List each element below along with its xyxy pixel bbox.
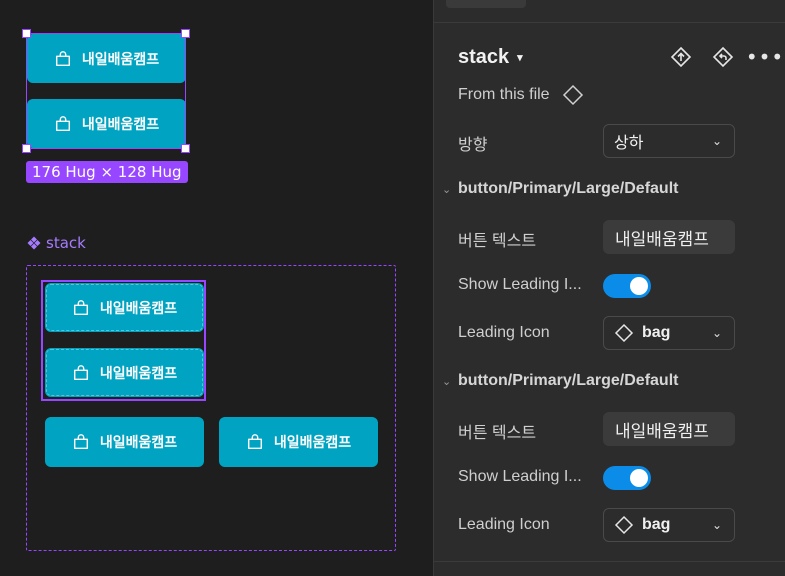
reset-icon[interactable] — [710, 44, 736, 70]
component-diamond-icon — [614, 323, 634, 343]
leading-icon-value: bag — [642, 324, 671, 341]
component-diamond-icon — [614, 515, 634, 535]
toggle-knob — [630, 277, 648, 295]
chevron-down-icon[interactable]: ⌄ — [442, 375, 452, 388]
component-title[interactable]: stack ▾ — [458, 46, 523, 69]
leading-icon-dropdown[interactable]: bag ⌄ — [603, 508, 735, 542]
component-diamond-icon — [562, 84, 583, 106]
source-label: From this file — [458, 86, 550, 103]
design-canvas[interactable]: 내일배움캠프 내일배움캠프 176 Hug × 128 Hug stack 내일… — [0, 0, 433, 576]
leading-icon-dropdown[interactable]: bag ⌄ — [603, 316, 735, 350]
component-icon — [27, 236, 41, 250]
chevron-down-icon: ⌄ — [711, 518, 722, 532]
show-leading-label: Show Leading I... — [458, 276, 582, 293]
toggle-knob — [630, 469, 648, 487]
frame-label[interactable]: stack — [27, 234, 86, 252]
nested-selection-box[interactable] — [41, 280, 206, 401]
more-icon[interactable]: ••• — [746, 44, 783, 70]
resize-handle[interactable] — [181, 144, 190, 153]
direction-label: 방향 — [458, 137, 488, 154]
chevron-down-icon: ⌄ — [711, 134, 722, 148]
component-name: stack — [458, 46, 510, 68]
bag-icon — [73, 434, 88, 450]
canvas-button[interactable]: 내일배움캠프 — [219, 417, 378, 467]
resize-handle[interactable] — [22, 29, 31, 38]
go-to-main-icon[interactable] — [668, 44, 694, 70]
chevron-down-icon: ⌄ — [711, 326, 722, 340]
leading-icon-label: Leading Icon — [458, 516, 550, 533]
button-text-field[interactable]: 내일배움캠프 — [603, 220, 735, 254]
show-leading-toggle[interactable] — [603, 274, 651, 298]
chevron-down-icon[interactable]: ⌄ — [442, 183, 452, 196]
selection-box[interactable] — [26, 33, 186, 149]
bag-icon — [247, 434, 262, 450]
leading-icon-value: bag — [642, 516, 671, 533]
section-title[interactable]: button/Primary/Large/Default — [458, 372, 678, 390]
button-label: 내일배움캠프 — [273, 435, 352, 451]
frame-label-text: stack — [46, 234, 86, 252]
button-text-label: 버튼 텍스트 — [458, 425, 537, 442]
canvas-button[interactable]: 내일배움캠프 — [45, 417, 204, 467]
resize-handle[interactable] — [22, 144, 31, 153]
show-leading-toggle[interactable] — [603, 466, 651, 490]
properties-panel: stack ▾ ••• From this file 방향 상하 ⌄ ⌄ but… — [433, 0, 785, 576]
button-label: 내일배움캠프 — [99, 435, 178, 451]
source-row: From this file — [458, 84, 584, 106]
leading-icon-label: Leading Icon — [458, 324, 550, 341]
direction-dropdown[interactable]: 상하 ⌄ — [603, 124, 735, 158]
resize-handle[interactable] — [181, 29, 190, 38]
panel-tab[interactable] — [446, 0, 526, 8]
size-badge: 176 Hug × 128 Hug — [26, 161, 188, 183]
button-text-label: 버튼 텍스트 — [458, 233, 537, 250]
section-title[interactable]: button/Primary/Large/Default — [458, 180, 678, 198]
direction-value: 상하 — [614, 135, 644, 152]
button-text-field[interactable]: 내일배움캠프 — [603, 412, 735, 446]
divider — [434, 561, 785, 562]
chevron-down-icon: ▾ — [517, 52, 523, 64]
show-leading-label: Show Leading I... — [458, 468, 582, 485]
panel-tabs — [434, 0, 785, 23]
